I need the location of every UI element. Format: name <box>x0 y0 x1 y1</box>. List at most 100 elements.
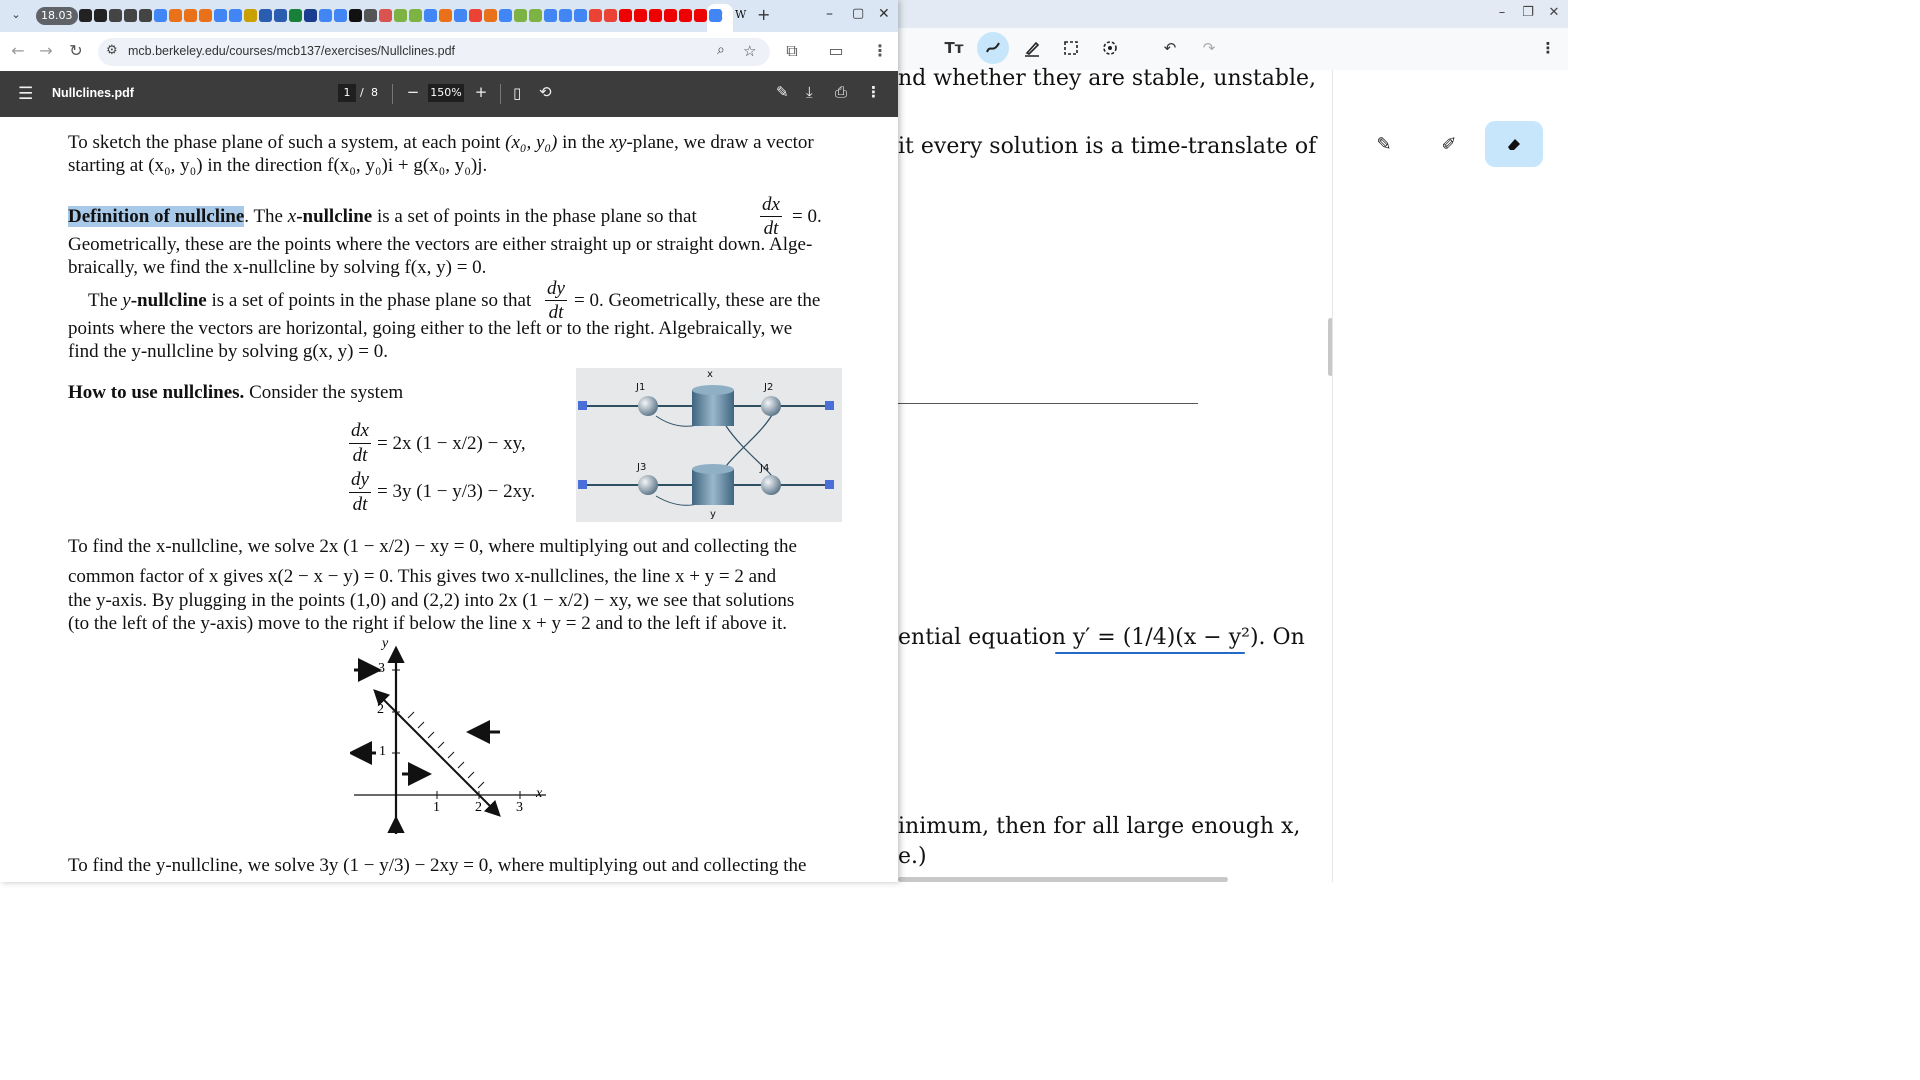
redo-icon[interactable]: ↷ <box>1193 32 1225 64</box>
pinned-tab-favicon[interactable] <box>379 9 392 22</box>
pinned-tab-favicon[interactable] <box>484 9 497 22</box>
text-tool-icon[interactable]: Tт <box>938 32 970 64</box>
print-icon[interactable]: ⎙ <box>835 83 847 101</box>
tab-group-time[interactable]: 18.03 <box>36 7 78 25</box>
flow-j2 <box>761 396 781 416</box>
pinned-tab-favicon[interactable] <box>394 9 407 22</box>
x-tick-label: 1 <box>433 800 440 815</box>
pinned-tab-favicon[interactable] <box>424 9 437 22</box>
select-tool-icon[interactable] <box>1055 32 1087 64</box>
zoom-level-input[interactable]: 150% <box>428 84 464 102</box>
pinned-tab-favicon[interactable] <box>559 9 572 22</box>
pinned-tab-favicon[interactable] <box>514 9 527 22</box>
pinned-tab-favicon[interactable] <box>169 9 182 22</box>
url-text[interactable]: mcb.berkeley.edu/courses/mcb137/exercise… <box>128 44 455 58</box>
back-icon[interactable]: ← <box>6 41 30 60</box>
extensions-icon[interactable]: ⧉ <box>780 41 804 61</box>
pinned-tab-favicon[interactable] <box>349 9 362 22</box>
flow-j4 <box>761 475 781 495</box>
fraction-numerator: dx <box>762 194 780 215</box>
menu-icon[interactable]: ☰ <box>18 84 33 104</box>
pinned-tab-favicon[interactable] <box>619 9 632 22</box>
rotate-icon[interactable]: ⟲ <box>539 83 552 101</box>
new-tab-button[interactable]: + <box>757 5 770 24</box>
pinned-tab-favicon[interactable] <box>634 9 647 22</box>
pen-tool-icon[interactable] <box>1016 32 1048 64</box>
highlighter-tool-icon[interactable] <box>977 32 1009 64</box>
pdf-more-icon[interactable]: ⋮ <box>866 83 881 101</box>
paragraph-line: To sketch the phase plane of such a syst… <box>68 132 814 153</box>
annotate-pen-icon[interactable]: ✎ <box>776 83 789 101</box>
pencil-icon[interactable]: ✎ <box>1367 127 1401 161</box>
how-to-line: How to use nullclines. Consider the syst… <box>68 382 404 403</box>
pinned-tab-favicon[interactable] <box>109 9 122 22</box>
browser-menu-icon[interactable]: ⋮ <box>868 41 892 60</box>
sink-marker <box>825 480 834 489</box>
toolbar-divider <box>392 84 393 104</box>
horizontal-scrollbar[interactable] <box>898 877 1228 882</box>
maximize-button[interactable]: ▢ <box>852 6 864 21</box>
pinned-tab-favicon[interactable] <box>454 9 467 22</box>
pinned-tab-favicon[interactable] <box>469 9 482 22</box>
pinned-tab-favicon[interactable] <box>574 9 587 22</box>
close-window-button[interactable]: ✕ <box>878 6 890 22</box>
reload-icon[interactable]: ↻ <box>64 41 88 60</box>
pinned-tab-favicon[interactable] <box>184 9 197 22</box>
pinned-tab-favicon[interactable] <box>709 9 722 22</box>
pinned-tab-favicon[interactable] <box>79 9 92 22</box>
pinned-tab-favicon[interactable] <box>244 9 257 22</box>
pinned-tab-favicon[interactable] <box>199 9 212 22</box>
tab-search-icon[interactable]: ⌄ <box>8 8 24 24</box>
pinned-tab-favicon[interactable] <box>364 9 377 22</box>
more-options-icon[interactable]: ⋮ <box>1532 32 1564 64</box>
pinned-tab-favicon[interactable] <box>529 9 542 22</box>
pinned-tab-favicon[interactable] <box>499 9 512 22</box>
equation-dy: = 3y (1 − y/3) − 2xy. <box>377 481 536 502</box>
pinned-tab-favicon[interactable] <box>214 9 227 22</box>
pinned-tab-favicon[interactable] <box>94 9 107 22</box>
site-info-icon[interactable]: ⚙ <box>106 43 118 58</box>
pinned-tab-favicon[interactable] <box>139 9 152 22</box>
pinned-tab-favicon[interactable] <box>439 9 452 22</box>
maximize-button[interactable]: ❐ <box>1516 4 1540 22</box>
zoom-out-button[interactable]: − <box>406 83 420 101</box>
pinned-tab-favicon[interactable] <box>259 9 272 22</box>
pinned-tab-favicon[interactable] <box>289 9 302 22</box>
pinned-tab-favicon[interactable] <box>664 9 677 22</box>
pinned-tab-favicon[interactable] <box>544 9 557 22</box>
forward-icon[interactable]: → <box>34 41 58 60</box>
pinned-tab-favicon[interactable] <box>229 9 242 22</box>
document-line: nd whether they are stable, unstable, <box>898 66 1316 91</box>
minimize-button[interactable]: – <box>1490 4 1514 22</box>
equation-dx: = 2x (1 − x/2) − xy, <box>377 433 526 454</box>
pinned-tab-favicon[interactable] <box>679 9 692 22</box>
pinned-tab-favicon[interactable] <box>154 9 167 22</box>
address-bar[interactable]: ⚙ mcb.berkeley.edu/courses/mcb137/exerci… <box>98 38 770 66</box>
close-button[interactable]: ✕ <box>1542 4 1566 22</box>
eraser-icon[interactable] <box>1485 121 1543 167</box>
pinned-tab-favicon[interactable] <box>124 9 137 22</box>
pinned-tab-favicon[interactable] <box>649 9 662 22</box>
pinned-tab-favicon[interactable] <box>304 9 317 22</box>
page-number-input[interactable]: 1 <box>338 84 356 102</box>
undo-icon[interactable]: ↶ <box>1154 32 1186 64</box>
pinned-tab-favicon[interactable] <box>274 9 287 22</box>
wikipedia-tab-icon[interactable]: W <box>735 8 749 22</box>
flow-j3 <box>638 475 658 495</box>
lasso-tool-icon[interactable] <box>1094 32 1126 64</box>
minimize-button[interactable]: – <box>826 6 833 22</box>
pinned-tab-favicon[interactable] <box>334 9 347 22</box>
marker-icon[interactable]: ✐ <box>1432 127 1466 161</box>
download-icon[interactable]: ⤓ <box>806 83 813 101</box>
bookmark-star-icon[interactable]: ☆ <box>743 42 756 60</box>
pinned-tab-favicon[interactable] <box>409 9 422 22</box>
fit-to-page-icon[interactable]: ▯ <box>513 84 521 102</box>
reading-mode-icon[interactable]: ▭ <box>824 41 848 60</box>
zoom-in-button[interactable]: + <box>474 83 488 101</box>
pinned-tab-favicon[interactable] <box>604 9 617 22</box>
paragraph-line: find the y-nullcline by solving g(x, y) … <box>68 341 388 362</box>
zoom-icon[interactable]: ⌕ <box>717 42 725 58</box>
pinned-tab-favicon[interactable] <box>589 9 602 22</box>
pinned-tab-favicon[interactable] <box>694 9 707 22</box>
pinned-tab-favicon[interactable] <box>319 9 332 22</box>
